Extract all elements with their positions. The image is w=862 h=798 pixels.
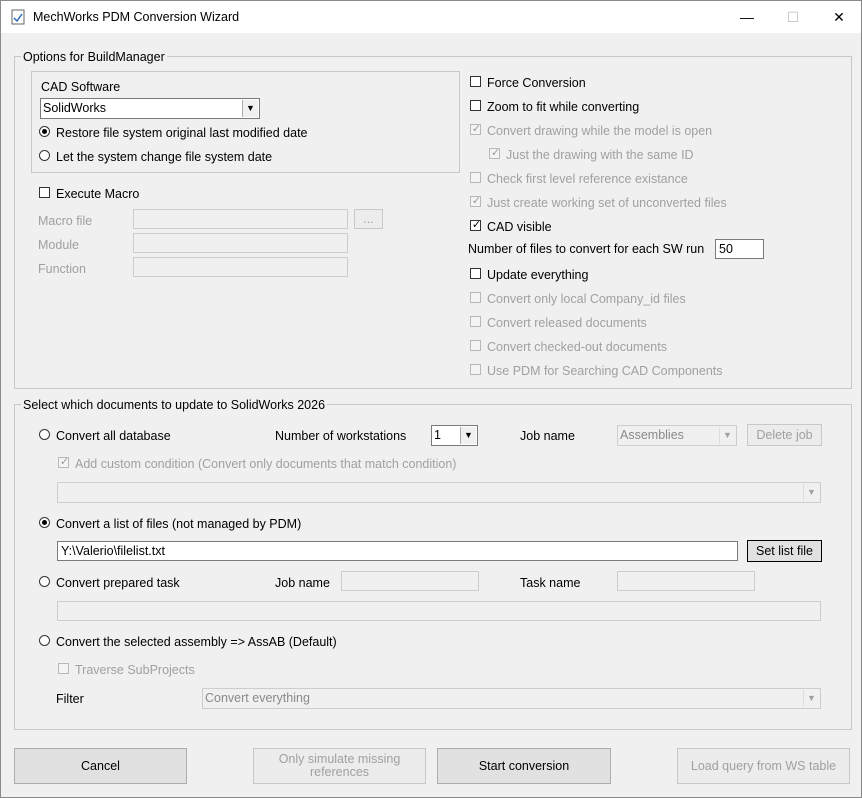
checked-out-checkbox[interactable] [470,340,481,351]
cad-software-select[interactable]: SolidWorks ▼ [40,98,260,119]
task-name-label: Task name [520,576,581,590]
delete-job-button[interactable]: Delete job [747,424,822,446]
job-name-label: Job name [520,429,575,443]
check-icon: ✓ [471,123,482,135]
function-label: Function [38,262,86,276]
chevron-down-icon[interactable]: ▼ [719,427,735,444]
minimize-button[interactable]: — [724,1,770,33]
convert-list-label[interactable]: Convert a list of files (not managed by … [56,517,301,531]
files-per-run-input[interactable]: 50 [715,239,764,259]
system-date-radio[interactable] [39,150,50,161]
checked-out-label: Convert checked-out documents [487,340,667,354]
convert-all-radio[interactable] [39,429,50,440]
traverse-subprojects-label: Traverse SubProjects [75,663,195,677]
cancel-button[interactable]: Cancel [14,748,187,784]
zoom-fit-label[interactable]: Zoom to fit while converting [487,100,639,114]
chevron-down-icon[interactable]: ▼ [803,484,819,501]
convert-drawing-checkbox[interactable]: ✓ [470,123,482,135]
convert-prepared-label[interactable]: Convert prepared task [56,576,180,590]
macro-file-input[interactable] [133,209,348,229]
function-input[interactable] [133,257,348,277]
app-icon [11,9,25,25]
force-conversion-label[interactable]: Force Conversion [487,76,586,90]
maximize-icon: ☐ [786,8,800,25]
workstations-select[interactable]: 1 ▼ [431,425,478,446]
use-pdm-checkbox[interactable] [470,364,481,375]
released-docs-label: Convert released documents [487,316,647,330]
convert-prepared-radio[interactable] [39,576,50,587]
force-conversion-checkbox[interactable] [470,76,481,87]
title-bar[interactable]: MechWorks PDM Conversion Wizard — ☐ ✕ [1,1,861,33]
just-drawing-checkbox[interactable]: ✓ [489,147,501,159]
custom-condition-select[interactable]: ▼ [57,482,821,503]
system-date-label[interactable]: Let the system change file system date [56,150,272,164]
window-title: MechWorks PDM Conversion Wizard [33,10,240,24]
job-name-value: Assemblies [620,428,684,442]
chevron-down-icon[interactable]: ▼ [242,100,258,117]
traverse-subprojects-checkbox[interactable] [58,663,69,674]
select-documents-group-label: Select which documents to update to Soli… [21,398,328,412]
convert-assembly-radio[interactable] [39,635,50,646]
job-name-select[interactable]: Assemblies ▼ [617,425,737,446]
filter-value: Convert everything [205,691,310,705]
module-input[interactable] [133,233,348,253]
check-icon: ✓ [471,195,482,207]
chevron-down-icon[interactable]: ▼ [803,690,819,707]
restore-date-radio[interactable] [39,126,50,137]
start-conversion-button[interactable]: Start conversion [437,748,611,784]
prepared-task-input[interactable] [57,601,821,621]
just-drawing-label: Just the drawing with the same ID [506,148,694,162]
wizard-window: MechWorks PDM Conversion Wizard — ☐ ✕ Op… [0,0,862,798]
convert-assembly-label[interactable]: Convert the selected assembly => AssAB (… [56,635,337,649]
check-reference-checkbox[interactable] [470,172,481,183]
module-label: Module [38,238,79,252]
local-company-label: Convert only local Company_id files [487,292,686,306]
convert-drawing-label: Convert drawing while the model is open [487,124,713,138]
list-file-input[interactable]: Y:\Valerio\filelist.txt [57,541,738,561]
local-company-checkbox[interactable] [470,292,481,303]
convert-all-label[interactable]: Convert all database [56,429,171,443]
zoom-fit-checkbox[interactable] [470,100,481,111]
cad-software-label: CAD Software [41,80,121,94]
files-per-run-label: Number of files to convert for each SW r… [468,242,705,256]
execute-macro-checkbox[interactable] [39,187,50,198]
update-everything-label[interactable]: Update everything [487,268,588,282]
update-everything-checkbox[interactable] [470,268,481,279]
restore-date-label[interactable]: Restore file system original last modifi… [56,126,308,140]
use-pdm-label: Use PDM for Searching CAD Components [487,364,723,378]
maximize-button[interactable]: ☐ [770,1,816,33]
task-name-input[interactable] [617,571,755,591]
cad-software-value: SolidWorks [43,101,106,115]
workstations-value: 1 [434,428,441,442]
prepared-job-name-input[interactable] [341,571,479,591]
custom-condition-label: Add custom condition (Convert only docum… [75,457,457,471]
convert-list-radio[interactable] [39,517,50,528]
cad-visible-checkbox[interactable]: ✓ [470,219,482,231]
close-button[interactable]: ✕ [816,1,862,33]
workstations-label: Number of workstations [275,429,407,443]
macro-file-label: Macro file [38,214,93,228]
prepared-job-name-label: Job name [275,576,330,590]
set-list-file-button[interactable]: Set list file [747,540,822,562]
filter-select[interactable]: Convert everything ▼ [202,688,821,709]
released-docs-checkbox[interactable] [470,316,481,327]
filter-label: Filter [56,692,84,706]
check-icon: ✓ [59,456,70,468]
check-icon: ✓ [471,219,482,231]
minimize-icon: — [740,9,754,25]
options-group-label: Options for BuildManager [21,50,167,64]
execute-macro-label[interactable]: Execute Macro [56,187,139,201]
load-query-button[interactable]: Load query from WS table [677,748,850,784]
cad-visible-label[interactable]: CAD visible [487,220,552,234]
simulate-button[interactable]: Only simulate missing references [253,748,426,784]
macro-browse-button[interactable]: ... [354,209,383,229]
select-documents-group [14,404,852,730]
just-create-checkbox[interactable]: ✓ [470,195,482,207]
check-reference-label: Check first level reference existance [487,172,688,186]
just-create-label: Just create working set of unconverted f… [487,196,727,210]
check-icon: ✓ [490,147,501,159]
custom-condition-checkbox[interactable]: ✓ [58,456,70,468]
close-icon: ✕ [833,8,845,25]
chevron-down-icon[interactable]: ▼ [460,427,476,444]
